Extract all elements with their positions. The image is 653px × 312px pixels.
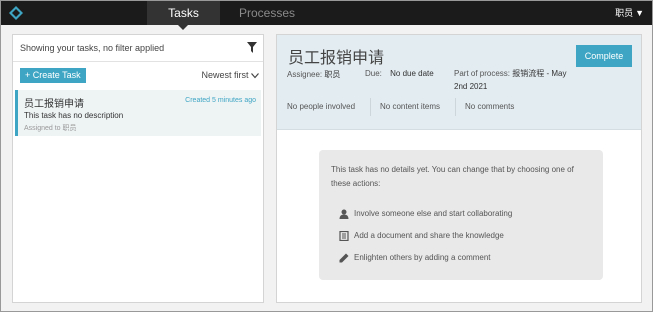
content-items[interactable]: No content items [380, 102, 440, 111]
assignee-value: 职员 [324, 70, 341, 79]
app-logo-icon[interactable] [8, 5, 24, 21]
task-item-created: Created 5 minutes ago [185, 97, 256, 104]
empty-task-info-box: This task has no details yet. You can ch… [319, 150, 603, 280]
task-detail-header: 员工报销申请 Complete Assignee: 职员 Due: No due… [277, 35, 641, 130]
sort-dropdown[interactable]: Newest first [201, 70, 259, 80]
filter-description: Showing your tasks, no filter applied [20, 43, 165, 53]
chevron-down-icon: ▼ [635, 8, 644, 18]
due-label: Due: [365, 69, 382, 78]
user-name: 职员 [615, 8, 634, 18]
people-involved[interactable]: No people involved [287, 102, 355, 111]
person-icon [339, 209, 349, 219]
task-list-panel: Showing your tasks, no filter applied + … [12, 34, 264, 303]
task-filter-bar[interactable]: Showing your tasks, no filter applied [13, 35, 263, 62]
process-field[interactable]: Part of process: 报销流程 - May 2nd 2021 [454, 67, 578, 93]
assignee-field[interactable]: Assignee: 职员 [287, 69, 340, 80]
top-navigation-bar: Tasks Processes 职员 ▼ [1, 1, 652, 30]
involve-people-label: Involve someone else and start collabora… [354, 209, 513, 218]
empty-task-message: This task has no details yet. You can ch… [331, 165, 574, 188]
create-task-button[interactable]: + Create Task [20, 68, 86, 83]
divider [370, 98, 371, 116]
process-label: Part of process: [454, 69, 511, 78]
tab-tasks[interactable]: Tasks [147, 1, 220, 30]
task-item-title: 员工报销申请 [24, 99, 84, 110]
filter-funnel-icon[interactable] [247, 42, 257, 53]
due-date-field[interactable]: Due: No due date [365, 69, 434, 78]
task-item-description: This task has no description [24, 111, 124, 120]
comments-count[interactable]: No comments [465, 102, 514, 111]
task-list-item[interactable]: 员工报销申请 Created 5 minutes ago This task h… [15, 90, 261, 136]
user-menu[interactable]: 职员 ▼ [615, 1, 644, 25]
active-tab-caret [178, 25, 188, 30]
add-comment-label: Enlighten others by adding a comment [354, 253, 491, 262]
divider [455, 98, 456, 116]
tab-processes-label: Processes [239, 6, 296, 20]
pencil-icon [339, 253, 349, 263]
chevron-down-icon [251, 72, 259, 79]
add-document-label: Add a document and share the knowledge [354, 231, 504, 240]
task-title: 员工报销申请 [288, 50, 385, 67]
due-value: No due date [390, 69, 434, 78]
task-stats-row: No people involved No content items No c… [277, 98, 641, 116]
sort-label: Newest first [201, 70, 249, 80]
task-item-assigned: Assigned to 职员 [24, 125, 77, 132]
assignee-label: Assignee: [287, 70, 323, 79]
tab-tasks-label: Tasks [168, 6, 199, 20]
document-icon [339, 231, 349, 241]
task-detail-panel: 员工报销申请 Complete Assignee: 职员 Due: No due… [276, 34, 642, 303]
complete-button[interactable]: Complete [576, 45, 632, 67]
tab-processes[interactable]: Processes [239, 1, 295, 25]
